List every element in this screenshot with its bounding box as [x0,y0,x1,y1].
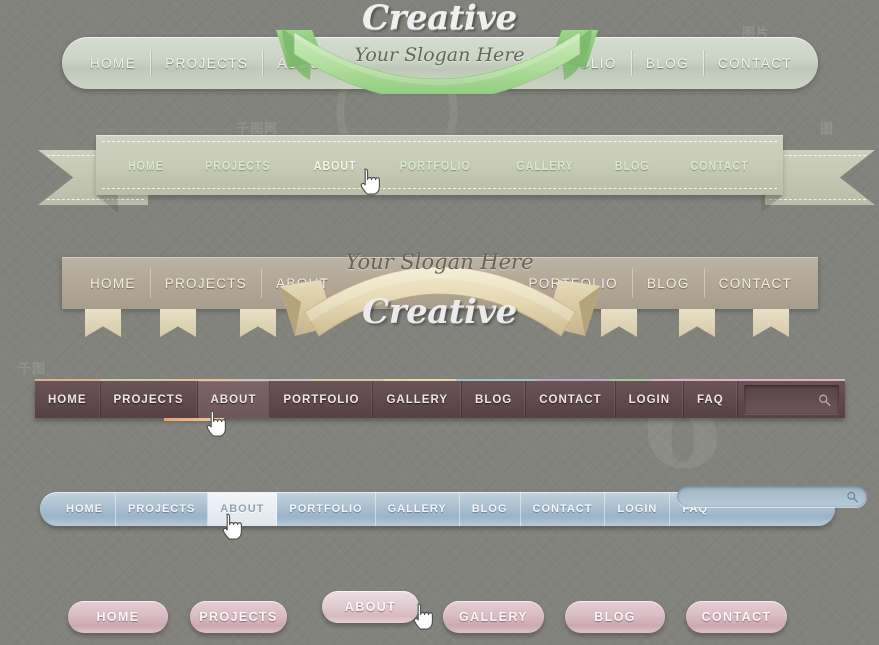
nav-item-portfolio[interactable]: PORTFOLIO [400,158,471,173]
nav-item-faq[interactable]: FAQ [684,381,738,418]
nav-item-portfolio[interactable]: PORTFOLIO [277,492,376,526]
nav-item-blog[interactable]: BLOG [460,492,521,526]
search-input[interactable] [743,385,875,414]
button-home[interactable]: HOME [68,601,168,633]
nav-item-projects[interactable]: PROJECTS [151,276,261,291]
nav-item-blog[interactable]: BLOG [633,276,704,291]
nav-item-about[interactable]: ABOUT [197,381,271,418]
dark-maroon-navbar: HOME PROJECTS ABOUT PORTFOLIO GALLERY BL… [0,370,879,480]
ribbon-menu-list: HOME PROJECTS ABOUT PORTFOLIO GALLERY BL… [96,135,783,195]
ribbon-band-surface: HOME PROJECTS ABOUT PORTFOLIO GALLERY BL… [96,135,783,195]
button-gallery[interactable]: GALLERY [443,601,544,633]
tan-ribbon-navbar: HOME PROJECTS ABOUT PORTFOLIO BLOG CONTA… [0,230,879,350]
brand-title-creative-green: Creative [362,0,517,38]
search-box-maroon[interactable] [743,385,875,414]
nav-item-gallery[interactable]: GALLERY [376,492,460,526]
slogan-text-tan: Your Slogan Here [345,250,534,274]
nav-item-portfolio[interactable]: PORTFOLIO [270,381,374,418]
nav-item-login[interactable]: LOGIN [616,381,685,418]
search-icon[interactable] [846,490,859,503]
maroon-navbar-surface: HOME PROJECTS ABOUT PORTFOLIO GALLERY BL… [35,381,875,418]
search-icon[interactable] [818,393,831,406]
nav-item-blog[interactable]: BLOG [462,381,527,418]
nav-item-home[interactable]: HOME [35,381,101,418]
nav-item-projects[interactable]: PROJECTS [116,492,209,526]
nav-item-contact[interactable]: CONTACT [521,492,606,526]
nav-item-home[interactable]: HOME [76,276,150,291]
button-blog[interactable]: BLOG [565,601,665,633]
green-ribbon-navbar: HOME PROJECTS ABOUT PORTFOLIO BLOG CONTA… [0,0,879,110]
nav-item-home[interactable]: HOME [127,158,163,173]
nav-item-about[interactable]: ABOUT [314,158,357,173]
stitched-sage-ribbon-navbar: HOME PROJECTS ABOUT PORTFOLIO GALLERY BL… [0,110,879,220]
nav-item-login[interactable]: LOGIN [605,492,671,526]
nav-item-contact[interactable]: CONTACT [691,158,749,173]
slogan-text-green: Your Slogan Here [354,44,525,66]
nav-item-gallery[interactable]: GALLERY [516,158,573,173]
button-projects[interactable]: PROJECTS [190,601,287,633]
brand-title-creative-tan: Creative [362,292,517,332]
nav-item-gallery[interactable]: GALLERY [373,381,463,418]
active-tab-underline-maroon [164,418,224,421]
blue-glass-navbar: HOME PROJECTS ABOUT PORTFOLIO GALLERY BL… [0,480,879,575]
pink-pill-buttons: HOME PROJECTS ABOUT GALLERY BLOG CONTACT [0,575,879,645]
nav-item-projects[interactable]: PROJECTS [101,381,198,418]
nav-item-projects[interactable]: PROJECTS [206,158,271,173]
button-contact[interactable]: CONTACT [686,601,787,633]
nav-item-contact[interactable]: CONTACT [526,381,616,418]
nav-item-contact[interactable]: CONTACT [705,276,806,291]
button-about[interactable]: ABOUT [322,591,419,623]
search-box-blue[interactable] [677,486,879,507]
nav-item-about[interactable]: ABOUT [208,492,278,526]
nav-item-blog[interactable]: BLOG [615,158,650,173]
nav-item-home[interactable]: HOME [40,492,116,526]
